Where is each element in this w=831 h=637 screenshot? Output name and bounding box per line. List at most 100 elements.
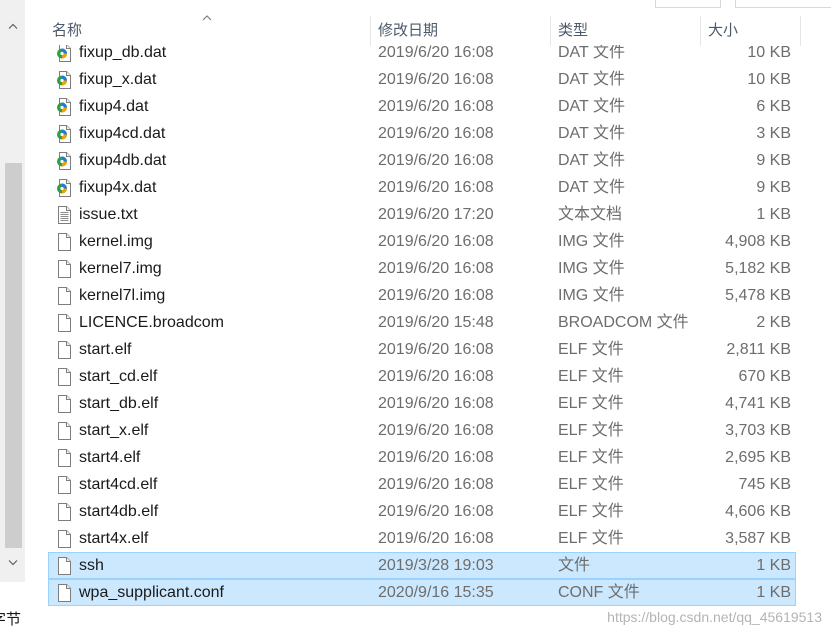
file-modified-date: 2019/6/20 16:08 xyxy=(378,45,494,61)
column-header-modified[interactable]: 修改日期 xyxy=(378,16,438,46)
file-row[interactable]: fixup_db.dat 2019/6/20 16:08 DAT 文件 10 KB xyxy=(48,45,796,66)
file-icon xyxy=(56,502,72,521)
file-list[interactable]: fixup_db.dat 2019/6/20 16:08 DAT 文件 10 KB fi… xyxy=(48,45,800,637)
file-row[interactable]: fixup4db.dat 2019/6/20 16:08 DAT 文件 9 KB xyxy=(48,147,796,174)
file-type: 文件 xyxy=(558,557,591,574)
file-row[interactable]: start4db.elf 2019/6/20 16:08 ELF 文件 4,606 K… xyxy=(48,498,796,525)
file-type: 文本文档 xyxy=(558,206,623,223)
column-resize-handle[interactable] xyxy=(370,16,371,46)
file-row[interactable]: fixup4cd.dat 2019/6/20 16:08 DAT 文件 3 KB xyxy=(48,120,796,147)
file-icon xyxy=(56,448,72,467)
file-size: 1 KB xyxy=(756,584,791,601)
file-name: start4cd.elf xyxy=(79,476,158,493)
file-icon xyxy=(56,394,72,413)
file-type: ELF 文件 xyxy=(558,476,624,493)
file-row[interactable]: LICENCE.broadcom 2019/6/20 15:48 BROADCOM … xyxy=(48,309,796,336)
file-icon xyxy=(56,529,72,548)
column-header-size[interactable]: 大小 xyxy=(708,16,738,46)
file-modified-date: 2019/6/20 16:08 xyxy=(378,503,494,520)
file-row[interactable]: kernel.img 2019/6/20 16:08 IMG 文件 4,908 KB xyxy=(48,228,796,255)
file-row[interactable]: fixup_x.dat 2019/6/20 16:08 DAT 文件 10 KB xyxy=(48,66,796,93)
search-box-bottom-edge[interactable] xyxy=(735,0,831,8)
chevron-up-icon xyxy=(8,23,17,29)
file-type: DAT 文件 xyxy=(558,45,625,61)
file-row[interactable]: kernel7.img 2019/6/20 16:08 IMG 文件 5,182 KB xyxy=(48,255,796,282)
file-size: 5,182 KB xyxy=(725,260,791,277)
file-size: 670 KB xyxy=(738,368,791,385)
file-modified-date: 2019/6/20 16:08 xyxy=(378,422,494,439)
file-icon xyxy=(56,583,72,602)
file-modified-date: 2019/6/20 16:08 xyxy=(378,179,494,196)
address-bar-bottom-edge[interactable] xyxy=(655,0,721,8)
file-row[interactable]: start_cd.elf 2019/6/20 16:08 ELF 文件 670 KB xyxy=(48,363,796,390)
file-name: start_db.elf xyxy=(79,395,159,412)
scroll-up-button[interactable] xyxy=(0,17,25,35)
file-row[interactable]: start4cd.elf 2019/6/20 16:08 ELF 文件 745 KB xyxy=(48,471,796,498)
file-row[interactable]: kernel7l.img 2019/6/20 16:08 IMG 文件 5,478 K… xyxy=(48,282,796,309)
file-name: wpa_supplicant.conf xyxy=(79,584,224,601)
file-name: kernel7.img xyxy=(79,260,162,277)
media-file-icon xyxy=(56,178,72,197)
file-size: 2,811 KB xyxy=(726,341,791,358)
column-resize-handle[interactable] xyxy=(800,16,801,46)
file-modified-date: 2019/6/20 16:08 xyxy=(378,287,494,304)
file-type: ELF 文件 xyxy=(558,395,624,412)
file-modified-date: 2019/6/20 16:08 xyxy=(378,449,494,466)
file-row[interactable]: fixup4.dat 2019/6/20 16:08 DAT 文件 6 KB xyxy=(48,93,796,120)
file-name: start4.elf xyxy=(79,449,141,466)
file-row[interactable]: issue.txt 2019/6/20 17:20 文本文档 1 KB xyxy=(48,201,796,228)
file-modified-date: 2019/3/28 19:03 xyxy=(378,557,494,574)
scroll-down-button[interactable] xyxy=(0,554,25,572)
scrollbar-thumb[interactable] xyxy=(5,163,22,548)
file-name: start_x.elf xyxy=(79,422,149,439)
column-header-row: 名称 修改日期 类型 大小 xyxy=(48,15,808,46)
chevron-down-icon xyxy=(8,560,17,566)
column-header-name[interactable]: 名称 xyxy=(52,16,82,46)
file-modified-date: 2019/6/20 16:08 xyxy=(378,395,494,412)
file-type: DAT 文件 xyxy=(558,98,625,115)
file-modified-date: 2020/9/16 15:35 xyxy=(378,584,494,601)
file-row[interactable]: start_db.elf 2019/6/20 16:08 ELF 文件 4,741 K… xyxy=(48,390,796,417)
file-type: ELF 文件 xyxy=(558,422,624,439)
file-modified-date: 2019/6/20 16:08 xyxy=(378,152,494,169)
media-file-icon xyxy=(56,70,72,89)
file-icon xyxy=(56,286,72,305)
file-list-rows: fixup_db.dat 2019/6/20 16:08 DAT 文件 10 KB fi… xyxy=(48,45,800,606)
file-row[interactable]: start4x.elf 2019/6/20 16:08 ELF 文件 3,587 KB xyxy=(48,525,796,552)
media-file-icon xyxy=(56,97,72,116)
file-size: 3 KB xyxy=(756,125,791,142)
file-size: 10 KB xyxy=(747,45,791,61)
file-modified-date: 2019/6/20 16:08 xyxy=(378,368,494,385)
file-row[interactable]: start_x.elf 2019/6/20 16:08 ELF 文件 3,703 KB xyxy=(48,417,796,444)
file-row[interactable]: start.elf 2019/6/20 16:08 ELF 文件 2,811 KB xyxy=(48,336,796,363)
file-name: kernel.img xyxy=(79,233,153,250)
file-icon xyxy=(56,259,72,278)
file-row[interactable]: start4.elf 2019/6/20 16:08 ELF 文件 2,695 KB xyxy=(48,444,796,471)
column-header-type[interactable]: 类型 xyxy=(558,16,588,46)
file-type: IMG 文件 xyxy=(558,233,625,250)
file-row[interactable]: ssh 2019/3/28 19:03 文件 1 KB xyxy=(48,552,796,579)
file-size: 9 KB xyxy=(756,152,791,169)
file-type: ELF 文件 xyxy=(558,368,624,385)
file-name: start4x.elf xyxy=(79,530,149,547)
file-icon xyxy=(56,367,72,386)
file-type: ELF 文件 xyxy=(558,341,624,358)
file-name: start4db.elf xyxy=(79,503,159,520)
file-row[interactable]: fixup4x.dat 2019/6/20 16:08 DAT 文件 9 KB xyxy=(48,174,796,201)
file-size: 2 KB xyxy=(756,314,791,331)
vertical-scrollbar[interactable] xyxy=(0,0,25,582)
file-name: fixup4cd.dat xyxy=(79,125,166,142)
file-type: ELF 文件 xyxy=(558,530,624,547)
file-modified-date: 2019/6/20 15:48 xyxy=(378,314,494,331)
file-name: fixup4x.dat xyxy=(79,179,157,196)
file-modified-date: 2019/6/20 17:20 xyxy=(378,206,494,223)
file-modified-date: 2019/6/20 16:08 xyxy=(378,233,494,250)
media-file-icon xyxy=(56,45,72,62)
file-row[interactable]: wpa_supplicant.conf 2020/9/16 15:35 CONF 文… xyxy=(48,579,796,606)
file-type: ELF 文件 xyxy=(558,449,624,466)
column-resize-handle[interactable] xyxy=(700,16,701,46)
file-name: fixup_db.dat xyxy=(79,45,167,61)
column-resize-handle[interactable] xyxy=(550,16,551,46)
file-type: IMG 文件 xyxy=(558,287,625,304)
file-icon xyxy=(56,421,72,440)
